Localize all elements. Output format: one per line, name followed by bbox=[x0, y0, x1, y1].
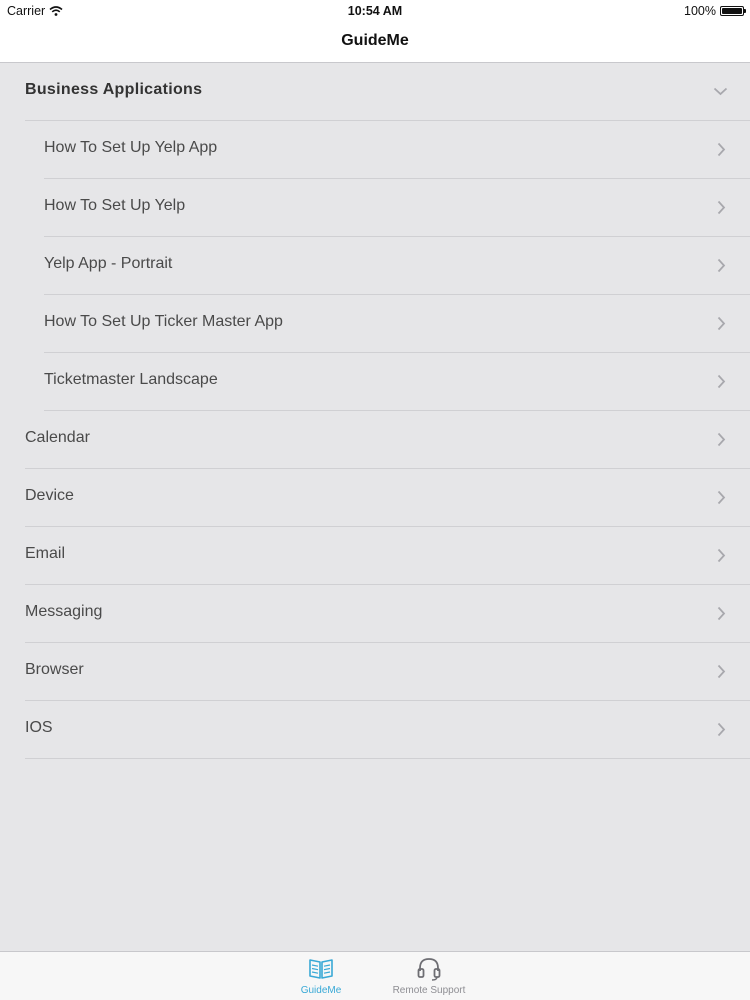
list-item-label: Ticketmaster Landscape bbox=[44, 371, 218, 388]
list-item-category[interactable]: Messaging bbox=[25, 585, 750, 643]
chevron-right-icon bbox=[717, 258, 726, 273]
headset-icon bbox=[417, 958, 441, 981]
chevron-down-icon bbox=[713, 87, 728, 96]
list-item-sub[interactable]: Yelp App - Portrait bbox=[44, 237, 750, 295]
list-item-sub[interactable]: Ticketmaster Landscape bbox=[44, 353, 750, 411]
status-bar: Carrier 10:54 AM 100% bbox=[0, 0, 750, 22]
chevron-right-icon bbox=[717, 722, 726, 737]
page-title: GuideMe bbox=[341, 32, 409, 49]
list-item-label: Yelp App - Portrait bbox=[44, 255, 173, 272]
chevron-right-icon bbox=[717, 374, 726, 389]
guide-list: Business Applications How To Set Up Yelp… bbox=[0, 63, 750, 759]
list-item-label: Messaging bbox=[25, 603, 103, 620]
battery-icon bbox=[720, 6, 746, 16]
chevron-right-icon bbox=[717, 548, 726, 563]
list-item-label: Email bbox=[25, 545, 66, 562]
list-item-label: How To Set Up Yelp App bbox=[44, 139, 218, 156]
chevron-right-icon bbox=[717, 142, 726, 157]
chevron-right-icon bbox=[717, 606, 726, 621]
tab-remote-support-label: Remote Support bbox=[392, 985, 466, 996]
chevron-right-icon bbox=[717, 490, 726, 505]
battery-level bbox=[722, 8, 742, 14]
section-header-business-applications[interactable]: Business Applications bbox=[25, 63, 750, 121]
tab-guideme-label: GuideMe bbox=[300, 985, 342, 996]
list-item-category[interactable]: Email bbox=[25, 527, 750, 585]
chevron-right-icon bbox=[717, 200, 726, 215]
list-item-label: How To Set Up Yelp bbox=[44, 197, 186, 214]
list-item-sub[interactable]: How To Set Up Yelp App bbox=[44, 121, 750, 179]
list-item-sub[interactable]: How To Set Up Ticker Master App bbox=[44, 295, 750, 353]
list-item-label: Calendar bbox=[25, 429, 90, 446]
tab-remote-support[interactable]: Remote Support bbox=[384, 956, 474, 996]
chevron-right-icon bbox=[717, 432, 726, 447]
list-item-label: How To Set Up Ticker Master App bbox=[44, 313, 283, 330]
list-item-category[interactable]: Browser bbox=[25, 643, 750, 701]
list-item-category[interactable]: Device bbox=[25, 469, 750, 527]
list-item-category[interactable]: Calendar bbox=[25, 411, 750, 469]
book-icon bbox=[309, 959, 333, 979]
navigation-bar: GuideMe bbox=[0, 22, 750, 63]
battery-percent: 100% bbox=[684, 4, 716, 18]
chevron-right-icon bbox=[717, 316, 726, 331]
chevron-right-icon bbox=[717, 664, 726, 679]
list-item-label: Device bbox=[25, 487, 74, 504]
section-header-label: Business Applications bbox=[25, 81, 203, 98]
status-time: 10:54 AM bbox=[347, 4, 403, 18]
status-right: 100% bbox=[684, 4, 746, 18]
list-item-label: IOS bbox=[25, 719, 53, 736]
list-item-sub[interactable]: How To Set Up Yelp bbox=[44, 179, 750, 237]
list-item-label: Browser bbox=[25, 661, 84, 678]
list-item-category[interactable]: IOS bbox=[25, 701, 750, 759]
tab-bar: GuideMe Remote Support bbox=[0, 951, 750, 1000]
tab-guideme[interactable]: GuideMe bbox=[276, 956, 366, 996]
